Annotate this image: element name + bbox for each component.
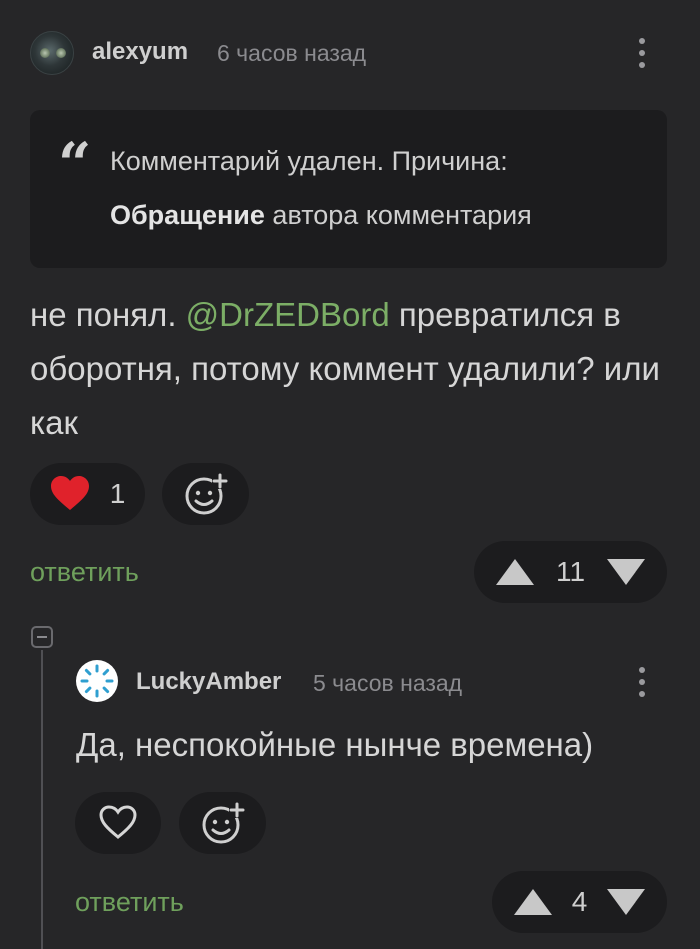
- more-options-icon[interactable]: [627, 33, 657, 73]
- reply-time: 5 часов назад: [313, 670, 463, 696]
- deleted-notice: [30, 110, 667, 268]
- loading-spinner-icon: [80, 664, 114, 698]
- comment-author[interactable]: alexyum: [92, 38, 188, 66]
- reply-add-reaction-button[interactable]: [179, 792, 266, 854]
- heart-outline-icon: [99, 805, 137, 839]
- reply-like-button[interactable]: [75, 792, 161, 854]
- like-button[interactable]: 1: [30, 463, 145, 525]
- reply-rating-widget: 4: [492, 871, 667, 933]
- comment-text-start: не понял.: [30, 296, 186, 333]
- avatar-eye-right: [56, 48, 66, 58]
- reply-author[interactable]: LuckyAmber: [136, 668, 281, 696]
- rating-count: 11: [555, 556, 586, 587]
- like-count: 1: [109, 478, 126, 509]
- emoji-add-icon: [185, 473, 228, 515]
- avatar[interactable]: [30, 31, 74, 75]
- emoji-add-icon: [202, 802, 245, 844]
- quote-icon: “: [58, 130, 92, 198]
- deleted-reason-line2: Обращение автора комментария: [110, 200, 532, 231]
- collapse-thread-icon[interactable]: [31, 626, 53, 648]
- upvote-icon[interactable]: [496, 559, 534, 585]
- heart-filled-icon: [50, 476, 89, 510]
- downvote-icon[interactable]: [606, 559, 645, 585]
- deleted-reason-line1: Комментарий удален. Причина:: [110, 146, 508, 176]
- deleted-reason-bold: Обращение: [110, 200, 265, 230]
- user-mention-link[interactable]: @DrZEDBord: [186, 296, 390, 333]
- deleted-reason-rest: автора комментария: [264, 200, 532, 230]
- reply-rating-count: 4: [571, 886, 588, 917]
- reply-avatar[interactable]: [76, 660, 118, 702]
- reply-text: Да, неспокойные нынче времена): [76, 726, 594, 763]
- reply-more-options-icon[interactable]: [627, 662, 657, 702]
- downvote-icon[interactable]: [606, 889, 645, 915]
- reply-button[interactable]: ответить: [30, 557, 139, 588]
- upvote-icon[interactable]: [514, 889, 552, 915]
- avatar-eye-left: [40, 48, 50, 58]
- rating-widget: 11: [474, 541, 667, 603]
- comment-text: не понял. @DrZEDBord превратился в оборо…: [30, 288, 670, 450]
- thread-line[interactable]: [41, 650, 43, 949]
- add-reaction-button[interactable]: [162, 463, 249, 525]
- reply-reply-button[interactable]: ответить: [75, 887, 184, 918]
- comment-time: 6 часов назад: [217, 40, 367, 66]
